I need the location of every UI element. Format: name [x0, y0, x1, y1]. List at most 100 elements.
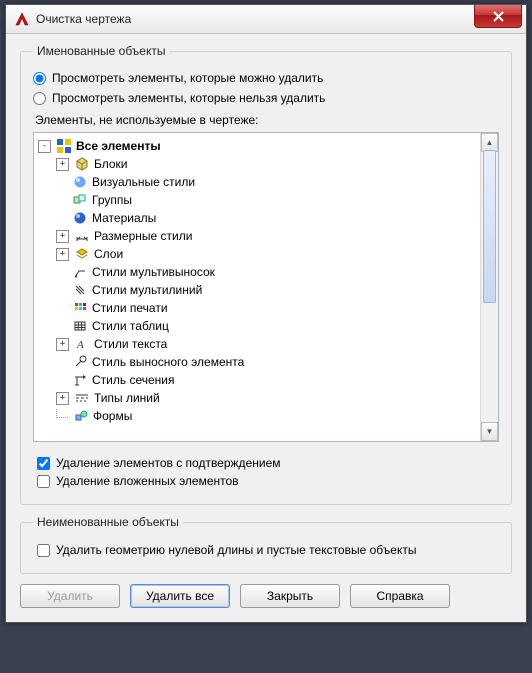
- tree-item-section-style[interactable]: Стиль сечения: [56, 371, 496, 389]
- button-row: Удалить Удалить все Закрыть Справка: [20, 584, 512, 608]
- layers-icon: [74, 246, 90, 262]
- tree-item-shapes[interactable]: Формы: [56, 407, 496, 425]
- tree-item-label: Блоки: [94, 157, 128, 171]
- app-icon: [14, 11, 30, 27]
- all-items-icon: [56, 138, 72, 154]
- radio-cannot-delete-label: Просмотреть элементы, которые нельзя уда…: [52, 91, 325, 105]
- tree-item-blocks[interactable]: Блоки: [56, 155, 496, 173]
- named-objects-legend: Именованные объекты: [33, 44, 169, 58]
- tree-item-plot-styles[interactable]: Стили печати: [56, 299, 496, 317]
- unnamed-objects-legend: Неименованные объекты: [33, 515, 183, 529]
- checkbox-nested-label: Удаление вложенных элементов: [56, 474, 239, 488]
- scroll-thumb[interactable]: [483, 150, 496, 303]
- leader-icon: [72, 354, 88, 370]
- tree-item-layers[interactable]: Слои: [56, 245, 496, 263]
- unnamed-objects-group: Неименованные объекты Удалить геометрию …: [20, 515, 512, 574]
- tree-item-label: Размерные стили: [94, 229, 192, 243]
- tree-item-visual-styles[interactable]: Визуальные стили: [56, 173, 496, 191]
- checkbox-nested-delete[interactable]: Удаление вложенных элементов: [33, 474, 499, 488]
- linetype-icon: [74, 390, 90, 406]
- mline-icon: [72, 282, 88, 298]
- scroll-track[interactable]: [481, 150, 498, 424]
- delete-all-button[interactable]: Удалить все: [130, 584, 230, 608]
- window-title: Очистка чертежа: [36, 12, 474, 26]
- checkbox-zero-input[interactable]: [37, 544, 50, 557]
- delete-button[interactable]: Удалить: [20, 584, 120, 608]
- spacer-icon: [56, 267, 67, 278]
- tree-item-label: Стили таблиц: [92, 319, 169, 333]
- scroll-down-button[interactable]: ▼: [481, 422, 498, 441]
- plotstyle-icon: [72, 300, 88, 316]
- radio-cannot-delete[interactable]: Просмотреть элементы, которые нельзя уда…: [33, 91, 499, 105]
- group-icon: [72, 192, 88, 208]
- tree-item-label: Формы: [93, 409, 132, 423]
- checkbox-confirm-delete[interactable]: Удаление элементов с подтверждением: [33, 456, 499, 470]
- spacer-icon: [56, 195, 67, 206]
- spacer-icon: [56, 375, 67, 386]
- items-tree[interactable]: Все элементы Блоки Визуальные стили Груп…: [33, 132, 499, 442]
- tree-connector-icon: [56, 409, 68, 418]
- tree-root-label: Все элементы: [76, 139, 161, 153]
- checkbox-nested-input[interactable]: [37, 475, 50, 488]
- tree-item-mleader-styles[interactable]: Стили мультивыносок: [56, 263, 496, 281]
- table-icon: [72, 318, 88, 334]
- tree-item-label: Группы: [92, 193, 132, 207]
- radio-cannot-delete-input[interactable]: [33, 92, 46, 105]
- tree-item-label: Типы линий: [94, 391, 160, 405]
- tree-item-label: Слои: [94, 247, 123, 261]
- purge-dialog: Очистка чертежа Именованные объекты Прос…: [5, 4, 527, 623]
- tree-item-label: Материалы: [92, 211, 156, 225]
- spacer-icon: [56, 321, 67, 332]
- tree-item-label: Стили мультилиний: [92, 283, 202, 297]
- radio-can-delete-input[interactable]: [33, 72, 46, 85]
- checkbox-zero-label: Удалить геометрию нулевой длины и пустые…: [56, 543, 416, 557]
- radio-can-delete-label: Просмотреть элементы, которые можно удал…: [52, 71, 323, 85]
- checkbox-zero-geometry[interactable]: Удалить геометрию нулевой длины и пустые…: [33, 543, 499, 557]
- material-icon: [72, 210, 88, 226]
- section-icon: [72, 372, 88, 388]
- close-button[interactable]: [474, 5, 522, 28]
- checkbox-confirm-input[interactable]: [37, 457, 50, 470]
- expand-icon[interactable]: [56, 158, 69, 171]
- named-objects-group: Именованные объекты Просмотреть элементы…: [20, 44, 512, 505]
- help-button[interactable]: Справка: [350, 584, 450, 608]
- tree-item-label: Стили текста: [94, 337, 167, 351]
- spacer-icon: [56, 177, 67, 188]
- tree-root[interactable]: Все элементы: [38, 137, 496, 155]
- tree-item-text-styles[interactable]: A Стили текста: [56, 335, 496, 353]
- tree-item-dim-styles[interactable]: Размерные стили: [56, 227, 496, 245]
- tree-item-leader-style[interactable]: Стиль выносного элемента: [56, 353, 496, 371]
- spacer-icon: [56, 285, 67, 296]
- collapse-icon[interactable]: [38, 140, 51, 153]
- tree-item-label: Стиль сечения: [92, 373, 174, 387]
- tree-item-label: Визуальные стили: [92, 175, 195, 189]
- titlebar[interactable]: Очистка чертежа: [6, 5, 526, 34]
- dimstyle-icon: [74, 228, 90, 244]
- tree-label: Элементы, не используемые в чертеже:: [35, 113, 499, 127]
- tree-item-materials[interactable]: Материалы: [56, 209, 496, 227]
- tree-item-groups[interactable]: Группы: [56, 191, 496, 209]
- tree-scrollbar[interactable]: ▲ ▼: [480, 133, 498, 441]
- block-icon: [74, 156, 90, 172]
- close-dialog-button[interactable]: Закрыть: [240, 584, 340, 608]
- spacer-icon: [56, 357, 67, 368]
- spacer-icon: [56, 303, 67, 314]
- tree-item-label: Стиль выносного элемента: [92, 355, 244, 369]
- tree-item-line-types[interactable]: Типы линий: [56, 389, 496, 407]
- checkbox-confirm-label: Удаление элементов с подтверждением: [56, 456, 281, 470]
- svg-text:A: A: [76, 339, 84, 351]
- expand-icon[interactable]: [56, 248, 69, 261]
- spacer-icon: [56, 213, 67, 224]
- tree-item-table-styles[interactable]: Стили таблиц: [56, 317, 496, 335]
- shapes-icon: [73, 408, 89, 424]
- sphere-icon: [72, 174, 88, 190]
- mleader-icon: [72, 264, 88, 280]
- radio-can-delete[interactable]: Просмотреть элементы, которые можно удал…: [33, 71, 499, 85]
- tree-item-label: Стили мультивыносок: [92, 265, 215, 279]
- tree-item-mline-styles[interactable]: Стили мультилиний: [56, 281, 496, 299]
- expand-icon[interactable]: [56, 392, 69, 405]
- textstyle-icon: A: [74, 336, 90, 352]
- expand-icon[interactable]: [56, 230, 69, 243]
- expand-icon[interactable]: [56, 338, 69, 351]
- tree-item-label: Стили печати: [92, 301, 168, 315]
